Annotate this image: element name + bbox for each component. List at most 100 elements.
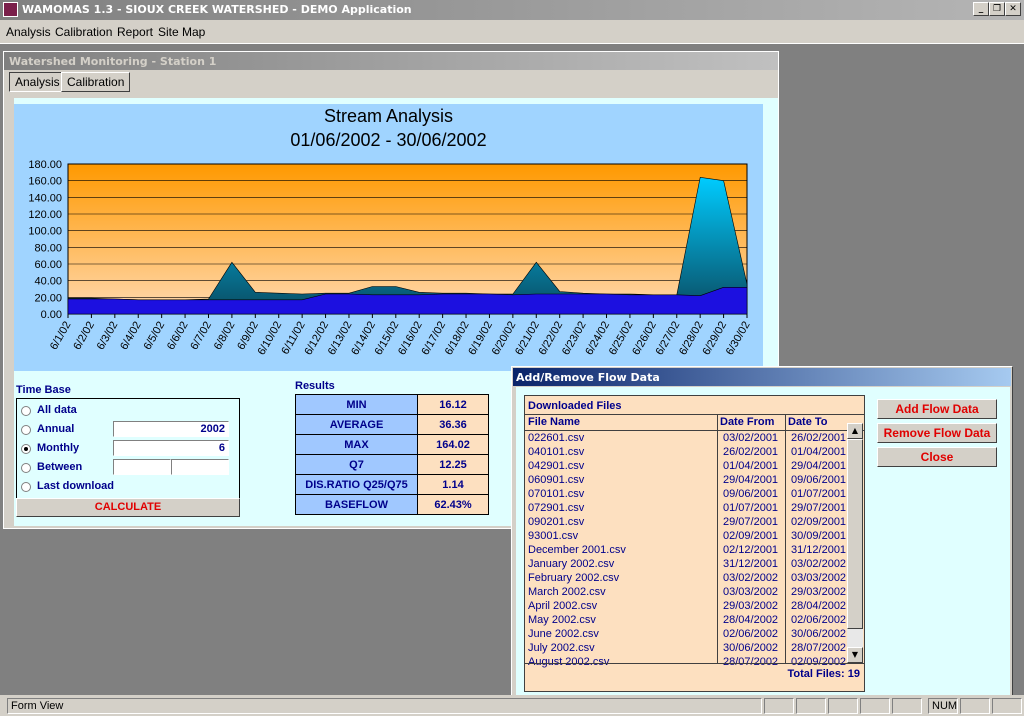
date-to-cell: 26/02/2001 — [791, 432, 847, 444]
x-tick-label: 6/8/02 — [212, 320, 238, 352]
scroll-up-button[interactable]: ▲ — [847, 423, 863, 439]
radio-monthly[interactable] — [21, 444, 31, 454]
downloaded-files-list[interactable]: Downloaded Files File Name Date From Dat… — [524, 395, 865, 692]
result-value: 36.36 — [417, 414, 489, 435]
form-title-bar: Watershed Monitoring - Station 1 — [4, 52, 778, 70]
scroll-down-button[interactable]: ▼ — [847, 647, 863, 663]
file-row[interactable]: January 2002.csv 31/12/2001 03/02/2002 — [528, 558, 848, 572]
file-row[interactable]: 022601.csv 03/02/2001 26/02/2001 — [528, 432, 848, 446]
file-name-cell: July 2002.csv — [528, 642, 595, 654]
date-to-cell: 28/07/2002 — [791, 642, 847, 654]
file-name-cell: 93001.csv — [528, 530, 579, 542]
annual-field[interactable]: 2002 — [113, 421, 229, 437]
monthly-field[interactable]: 6 — [113, 440, 229, 456]
file-name-cell: 070101.csv — [528, 488, 585, 500]
status-bar: Form View NUM — [0, 695, 1024, 716]
date-from-cell: 02/12/2001 — [723, 544, 779, 556]
close-window-button[interactable]: ✕ — [1005, 2, 1021, 16]
file-row[interactable]: December 2001.csv 02/12/2001 31/12/2001 — [528, 544, 848, 558]
menu-site-map[interactable]: Site Map — [158, 25, 205, 39]
status-text: Form View — [7, 698, 762, 714]
app-icon[interactable] — [3, 2, 18, 17]
close-dialog-button[interactable]: Close — [877, 447, 997, 467]
file-row[interactable]: June 2002.csv 02/06/2002 30/06/2002 — [528, 628, 848, 642]
add-flow-data-button[interactable]: Add Flow Data — [877, 399, 997, 419]
radio-all-data[interactable] — [21, 406, 31, 416]
list-scrollbar[interactable]: ▲ ▼ — [847, 423, 863, 663]
dialog-body: Downloaded Files File Name Date From Dat… — [516, 387, 1010, 700]
file-name-cell: 040101.csv — [528, 446, 585, 458]
col-file-name[interactable]: File Name — [528, 416, 580, 428]
col-date-from[interactable]: Date From — [720, 416, 774, 428]
file-name-cell: February 2002.csv — [528, 572, 620, 584]
restore-button[interactable]: ❐ — [989, 2, 1005, 16]
results-row: MAX 164.02 — [295, 434, 489, 455]
date-from-cell: 29/07/2001 — [723, 516, 779, 528]
file-row[interactable]: 090201.csv 29/07/2001 02/09/2001 — [528, 516, 848, 530]
radio-last-download[interactable] — [21, 482, 31, 492]
list-title: Downloaded Files — [528, 400, 622, 412]
file-row[interactable]: 060901.csv 29/04/2001 09/06/2001 — [528, 474, 848, 488]
file-row[interactable]: July 2002.csv 30/06/2002 28/07/2002 — [528, 642, 848, 656]
file-row[interactable]: May 2002.csv 28/04/2002 02/06/2002 — [528, 614, 848, 628]
status-pane — [796, 698, 826, 714]
result-value: 1.14 — [417, 474, 489, 495]
date-to-cell: 02/06/2002 — [791, 614, 847, 626]
file-row[interactable]: 93001.csv 02/09/2001 30/09/2001 — [528, 530, 848, 544]
x-tick-label: 6/4/02 — [118, 320, 144, 352]
total-files: Total Files: 19 — [787, 668, 860, 680]
chart-plot: 0.00 20.00 40.00 60.00 80.00 100.00 120.00 140.… — [28, 159, 752, 357]
x-tick-label: 6/2/02 — [71, 320, 97, 352]
date-to-cell: 28/04/2002 — [791, 600, 847, 612]
file-row[interactable]: February 2002.csv 03/02/2002 03/03/2002 — [528, 572, 848, 586]
file-name-cell: March 2002.csv — [528, 586, 606, 598]
col-date-to[interactable]: Date To — [788, 416, 828, 428]
result-value: 16.12 — [417, 394, 489, 415]
remove-flow-data-button[interactable]: Remove Flow Data — [877, 423, 997, 443]
date-to-cell: 09/06/2001 — [791, 474, 847, 486]
menu-analysis[interactable]: Analysis — [6, 25, 51, 39]
result-label: MAX — [295, 434, 418, 455]
file-name-cell: 042901.csv — [528, 460, 585, 472]
result-label: Q7 — [295, 454, 418, 475]
file-row[interactable]: April 2002.csv 29/03/2002 28/04/2002 — [528, 600, 848, 614]
date-to-cell: 30/09/2001 — [791, 530, 847, 542]
file-name-cell: 072901.csv — [528, 502, 585, 514]
file-row[interactable]: March 2002.csv 03/03/2002 29/03/2002 — [528, 586, 848, 600]
date-to-cell: 29/07/2001 — [791, 502, 847, 514]
calculate-button[interactable]: CALCULATE — [16, 498, 240, 517]
results-row: DIS.RATIO Q25/Q75 1.14 — [295, 474, 489, 495]
menu-report[interactable]: Report — [117, 25, 153, 39]
file-row[interactable]: 040101.csv 26/02/2001 01/04/2001 — [528, 446, 848, 460]
status-pane — [892, 698, 922, 714]
minimize-button[interactable]: _ — [973, 2, 989, 16]
file-row[interactable]: 072901.csv 01/07/2001 29/07/2001 — [528, 502, 848, 516]
date-to-cell: 02/09/2002 — [791, 656, 847, 668]
date-from-cell: 29/03/2002 — [723, 600, 779, 612]
date-from-cell: 03/02/2002 — [723, 572, 779, 584]
status-pane — [828, 698, 858, 714]
date-to-cell: 03/02/2002 — [791, 558, 847, 570]
tab-calibration[interactable]: Calibration — [61, 72, 131, 92]
between-to-field[interactable] — [171, 459, 229, 475]
scroll-thumb[interactable] — [847, 439, 863, 629]
file-row[interactable]: 042901.csv 01/04/2001 29/04/2001 — [528, 460, 848, 474]
status-pane — [960, 698, 990, 714]
y-tick-label: 20.00 — [34, 292, 62, 304]
between-from-field[interactable] — [113, 459, 171, 475]
result-label: BASEFLOW — [295, 494, 418, 515]
radio-between[interactable] — [21, 463, 31, 473]
tab-analysis[interactable]: Analysis — [9, 72, 66, 92]
y-tick-label: 100.00 — [28, 226, 62, 238]
file-row[interactable]: 070101.csv 09/06/2001 01/07/2001 — [528, 488, 848, 502]
results-row: BASEFLOW 62.43% — [295, 494, 489, 515]
result-value: 164.02 — [417, 434, 489, 455]
dialog-title-bar: Add/Remove Flow Data — [513, 368, 1011, 386]
x-tick-label: 6/3/02 — [95, 320, 121, 352]
status-pane — [764, 698, 794, 714]
file-name-cell: 090201.csv — [528, 516, 585, 528]
dialog-title: Add/Remove Flow Data — [516, 371, 660, 384]
menu-calibration[interactable]: Calibration — [55, 25, 112, 39]
x-tick-label: 6/1/02 — [48, 320, 74, 352]
radio-annual[interactable] — [21, 425, 31, 435]
